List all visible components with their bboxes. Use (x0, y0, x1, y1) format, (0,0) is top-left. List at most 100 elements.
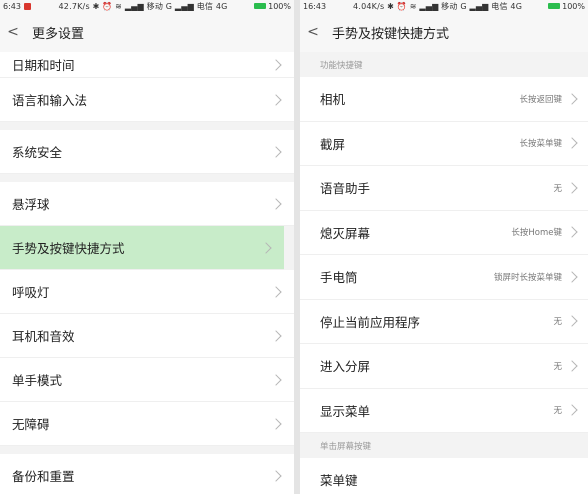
network-speed: 4.04K/s (353, 1, 385, 11)
item-label: 日期和时间 (12, 58, 75, 73)
item-label: 停止当前应用程序 (320, 314, 421, 330)
status-middle: 4.04K/s ✱ ⏰ ≋ ▂▄▆ 移动 G ▂▄▆ 电信 4G (329, 1, 546, 12)
title-bar: < 手势及按键快捷方式 (300, 12, 588, 52)
item-label: 截屏 (320, 136, 346, 152)
shortcut-item-menu-key[interactable]: 菜单键 (300, 458, 588, 494)
item-label: 系统安全 (12, 145, 63, 160)
chevron-right-icon (566, 93, 578, 105)
item-value: 无 (553, 317, 562, 328)
item-label: 呼吸灯 (12, 285, 50, 300)
item-label: 相机 (320, 92, 346, 108)
item-label: 手电筒 (320, 270, 358, 286)
chevron-right-icon (566, 137, 578, 149)
network-speed: 42.7K/s (58, 1, 90, 11)
shortcut-item-split-screen[interactable]: 进入分屏 无 (300, 344, 588, 389)
chevron-right-icon (270, 145, 282, 158)
carrier-1: 移动 G (146, 1, 173, 11)
item-label: 进入分屏 (320, 359, 371, 375)
settings-item-headphones[interactable]: 耳机和音效 (0, 314, 294, 358)
shortcut-item-show-menu[interactable]: 显示菜单 无 (300, 388, 588, 433)
chevron-right-icon (260, 241, 272, 254)
shortcut-item-stop-app[interactable]: 停止当前应用程序 无 (300, 299, 588, 344)
item-label: 耳机和音效 (12, 329, 75, 344)
signal-icon: ▂▄▆ (469, 1, 489, 11)
item-label: 菜单键 (320, 473, 358, 489)
section-header-shortcuts: 功能快捷键 (300, 52, 588, 77)
settings-item-security[interactable]: 系统安全 (0, 130, 294, 174)
settings-item-backup[interactable]: 备份和重置 (0, 454, 294, 494)
page-title: 更多设置 (32, 26, 85, 42)
section-divider (0, 446, 294, 454)
page-title: 手势及按键快捷方式 (332, 26, 450, 42)
chevron-right-icon (270, 469, 282, 482)
status-middle: 42.7K/s ✱ ⏰ ≋ ▂▄▆ 移动 G ▂▄▆ 电信 4G (34, 1, 252, 12)
notification-icon (23, 2, 31, 10)
signal-icon: ▂▄▆ (124, 1, 144, 11)
back-arrow-icon[interactable]: < (304, 24, 322, 40)
shortcut-item-screenshot[interactable]: 截屏 长按菜单键 (300, 121, 588, 166)
item-label: 语言和输入法 (12, 93, 88, 108)
item-value: 无 (553, 183, 562, 194)
settings-item-breathing-light[interactable]: 呼吸灯 (0, 270, 294, 314)
item-label: 悬浮球 (12, 197, 50, 212)
item-value: 长按返回键 (519, 94, 562, 105)
section-divider (0, 174, 294, 182)
chevron-right-icon (270, 285, 282, 298)
status-time: 16:43 (303, 1, 327, 11)
chevron-right-icon (270, 197, 282, 210)
item-value: 无 (553, 361, 562, 372)
battery-level: 100% (268, 1, 291, 11)
item-label: 语音助手 (320, 181, 371, 197)
bluetooth-icon: ✱ (92, 1, 100, 11)
shortcut-item-voice-assistant[interactable]: 语音助手 无 (300, 166, 588, 211)
shortcut-item-camera[interactable]: 相机 长按返回键 (300, 77, 588, 122)
signal-icon: ▂▄▆ (174, 1, 194, 11)
shortcut-item-flashlight[interactable]: 手电筒 锁屏时长按菜单键 (300, 255, 588, 300)
status-bar: 6:43 42.7K/s ✱ ⏰ ≋ ▂▄▆ 移动 G ▂▄▆ 电信 4G 10… (0, 0, 294, 12)
settings-item-one-hand[interactable]: 单手模式 (0, 358, 294, 402)
settings-item-accessibility[interactable]: 无障碍 (0, 402, 294, 446)
item-label: 熄灭屏幕 (320, 225, 371, 241)
alarm-icon: ⏰ (396, 1, 407, 11)
item-label: 无障碍 (12, 417, 50, 432)
chevron-right-icon (270, 329, 282, 342)
wifi-icon: ≋ (115, 1, 123, 11)
signal-icon: ▂▄▆ (419, 1, 439, 11)
chevron-right-icon (270, 58, 282, 71)
carrier-1: 移动 G (441, 1, 467, 11)
chevron-right-icon (566, 271, 578, 283)
settings-item-date-time[interactable]: 日期和时间 (0, 52, 294, 78)
shortcut-item-screen-off[interactable]: 熄灭屏幕 长按Home键 (300, 210, 588, 255)
item-value: 无 (553, 406, 562, 417)
chevron-right-icon (270, 373, 282, 386)
item-label: 手势及按键快捷方式 (12, 241, 125, 256)
chevron-right-icon (566, 182, 578, 194)
battery-level: 100% (562, 1, 585, 11)
title-bar: < 更多设置 (0, 12, 294, 52)
back-arrow-icon[interactable]: < (4, 24, 22, 40)
battery-icon (254, 3, 267, 9)
chevron-right-icon (270, 417, 282, 430)
chevron-right-icon (566, 315, 578, 327)
chevron-right-icon (566, 360, 578, 372)
chevron-right-icon (566, 226, 578, 238)
settings-item-floating-ball[interactable]: 悬浮球 (0, 182, 294, 226)
wifi-icon: ≋ (409, 1, 417, 11)
bluetooth-icon: ✱ (387, 1, 395, 11)
alarm-icon: ⏰ (102, 1, 113, 11)
section-divider (0, 122, 294, 130)
item-value: 长按菜单键 (519, 139, 562, 150)
item-value: 长按Home键 (511, 228, 562, 239)
item-label: 备份和重置 (12, 469, 75, 484)
battery-icon (548, 3, 561, 9)
item-value: 锁屏时长按菜单键 (493, 272, 562, 283)
chevron-right-icon (566, 404, 578, 416)
settings-item-gestures[interactable]: 手势及按键快捷方式 (0, 226, 284, 270)
carrier-2: 电信 4G (491, 1, 523, 11)
left-screen: 6:43 42.7K/s ✱ ⏰ ≋ ▂▄▆ 移动 G ▂▄▆ 电信 4G 10… (0, 0, 294, 494)
settings-item-language[interactable]: 语言和输入法 (0, 78, 294, 122)
item-label: 显示菜单 (320, 403, 371, 419)
status-time: 6:43 (3, 1, 21, 11)
section-header-screen-keys: 单击屏幕按键 (300, 433, 588, 458)
right-screen: 16:43 4.04K/s ✱ ⏰ ≋ ▂▄▆ 移动 G ▂▄▆ 电信 4G 1… (300, 0, 588, 494)
